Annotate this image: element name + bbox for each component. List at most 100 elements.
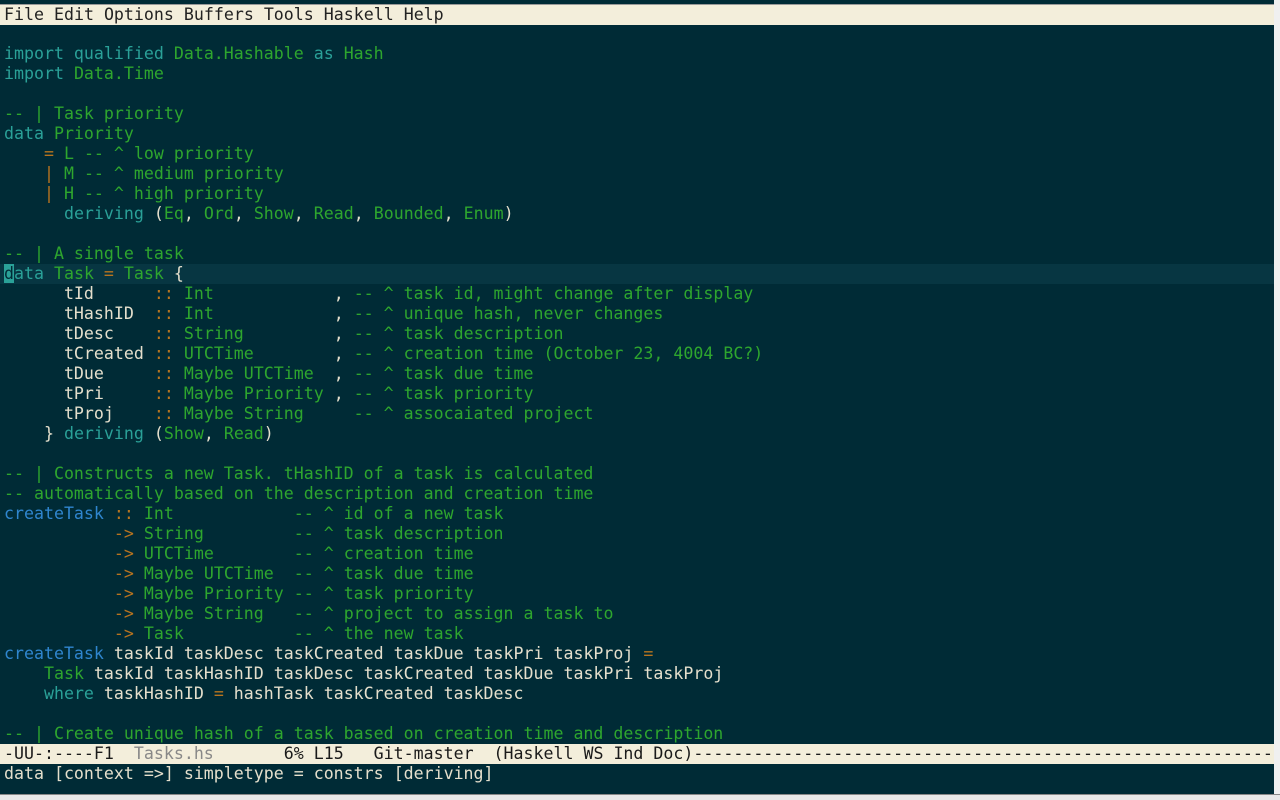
code-line[interactable]: tPri :: Maybe Priority , -- ^ task prior…	[0, 384, 1274, 404]
code-token: -- | Constructs a new Task. tHashID of a…	[4, 464, 594, 483]
code-line[interactable]: where taskHashID = hashTask taskCreated …	[0, 684, 1274, 704]
code-line[interactable]: tProj :: Maybe String -- ^ assocaiated p…	[0, 404, 1274, 424]
code-token: tDue	[4, 364, 154, 383]
code-token: deriving	[63, 204, 144, 223]
code-line[interactable]	[0, 704, 1274, 724]
code-token: ->	[113, 524, 144, 543]
code-token: ,	[333, 344, 354, 363]
code-line[interactable]: -- | Task priority	[0, 104, 1274, 124]
code-line[interactable]	[0, 84, 1274, 104]
buffer-position: 6% L15	[213, 744, 374, 763]
menu-edit[interactable]: Edit	[54, 5, 94, 24]
code-line[interactable]: -> Maybe UTCTime -- ^ task due time	[0, 564, 1274, 584]
mode-line: -UU-:----F1 Tasks.hs 6% L15 Git-master (…	[0, 744, 1274, 764]
code-token: createTask	[4, 644, 104, 663]
code-token: as	[303, 44, 344, 63]
code-line[interactable]: | M -- ^ medium priority	[0, 164, 1274, 184]
code-line[interactable]: = L -- ^ low priority	[0, 144, 1274, 164]
code-token: ::	[153, 344, 184, 363]
code-token: import qualified	[4, 44, 174, 63]
current-code-line[interactable]: data Task = Task {	[0, 264, 1274, 284]
code-line[interactable]: import Data.Time	[0, 64, 1274, 84]
code-token: Maybe Priority -- ^ task priority	[143, 584, 474, 603]
code-line[interactable]: -> UTCTime -- ^ creation time	[0, 544, 1274, 564]
code-token: -- ^ task priority	[353, 384, 534, 403]
code-token: tHashID	[4, 304, 154, 323]
menu-tools[interactable]: Tools	[264, 5, 314, 24]
code-token: }	[4, 424, 64, 443]
code-token: taskId taskHashID taskDesc taskCreated t…	[83, 664, 724, 683]
code-token: UTCTime	[183, 344, 334, 363]
major-mode[interactable]: (Haskell WS Ind Doc)	[474, 744, 694, 763]
menu-haskell[interactable]: Haskell	[324, 5, 394, 24]
code-token: ,	[333, 304, 354, 323]
code-token: ->	[113, 624, 144, 643]
code-line[interactable]: | H -- ^ high priority	[0, 184, 1274, 204]
code-token: Read	[223, 424, 264, 443]
code-line[interactable]: -- automatically based on the descriptio…	[0, 484, 1274, 504]
code-token: {	[163, 264, 184, 283]
code-token: ata	[14, 264, 54, 283]
menu-buffers[interactable]: Buffers	[184, 5, 254, 24]
code-line[interactable]: Task taskId taskHashID taskDesc taskCrea…	[0, 664, 1274, 684]
code-line[interactable]	[0, 224, 1274, 244]
vc-branch[interactable]: Git-master	[374, 744, 474, 763]
code-line[interactable]: tDue :: Maybe UTCTime , -- ^ task due ti…	[0, 364, 1274, 384]
code-token: where	[43, 684, 94, 703]
code-token: ,	[183, 204, 204, 223]
code-token: Int -- ^ id of a new task	[143, 504, 504, 523]
code-line[interactable]: tCreated :: UTCTime , -- ^ creation time…	[0, 344, 1274, 364]
code-line[interactable]: -- | Constructs a new Task. tHashID of a…	[0, 464, 1274, 484]
code-line[interactable]: -- | A single task	[0, 244, 1274, 264]
code-token: Task	[123, 264, 164, 283]
code-token: |	[43, 164, 54, 183]
code-token: ,	[203, 424, 224, 443]
code-token: Task	[53, 264, 94, 283]
code-token: =	[43, 144, 54, 163]
code-token: ,	[293, 204, 314, 223]
code-token: ::	[103, 504, 144, 523]
code-line[interactable]: createTask taskId taskDesc taskCreated t…	[0, 644, 1274, 664]
code-line[interactable]: -> Maybe String -- ^ project to assign a…	[0, 604, 1274, 624]
code-line[interactable]	[0, 444, 1274, 464]
menu-bar: File Edit Options Buffers Tools Haskell Help	[0, 4, 1278, 25]
code-token: Maybe UTCTime -- ^ task due time	[143, 564, 474, 583]
buffer-name[interactable]: Tasks.hs	[134, 744, 214, 763]
code-line[interactable]: -> Maybe Priority -- ^ task priority	[0, 584, 1274, 604]
code-token: ::	[153, 404, 184, 423]
code-token: tId	[4, 284, 154, 303]
code-line[interactable]: data Priority	[0, 124, 1274, 144]
code-token: tCreated	[4, 344, 154, 363]
code-line[interactable]: deriving (Eq, Ord, Show, Read, Bounded, …	[0, 204, 1274, 224]
code-token: Maybe UTCTime	[183, 364, 334, 383]
code-line[interactable]: tDesc :: String , -- ^ task description	[0, 324, 1274, 344]
code-token: Int	[183, 284, 334, 303]
code-token: Data.Time	[73, 64, 164, 83]
code-token: -- | A single task	[4, 244, 184, 263]
menu-help[interactable]: Help	[404, 5, 444, 24]
menu-file[interactable]: File	[4, 5, 44, 24]
modeline-fill: ----------------------------------------…	[693, 744, 1274, 763]
code-token: Priority	[53, 124, 134, 143]
code-line[interactable]: import qualified Data.Hashable as Hash	[0, 44, 1274, 64]
menu-options[interactable]: Options	[104, 5, 174, 24]
code-line[interactable]: -> Task -- ^ the new task	[0, 624, 1274, 644]
code-line[interactable]: tHashID :: Int , -- ^ unique hash, never…	[0, 304, 1274, 324]
echo-area: data [context =>] simpletype = constrs […	[4, 764, 494, 783]
code-token: |	[43, 184, 54, 203]
code-line[interactable]	[0, 24, 1274, 44]
code-line[interactable]: createTask :: Int -- ^ id of a new task	[0, 504, 1274, 524]
code-line[interactable]: -> String -- ^ task description	[0, 524, 1274, 544]
code-token: =	[93, 264, 124, 283]
code-token: Int	[183, 304, 334, 323]
code-line[interactable]: } deriving (Show, Read)	[0, 424, 1274, 444]
code-token: -- ^ unique hash, never changes	[353, 304, 664, 323]
editor-buffer[interactable]: import qualified Data.Hashable as Hash im…	[0, 24, 1274, 744]
code-line[interactable]: -- | Create unique hash of a task based …	[0, 724, 1274, 744]
code-line[interactable]: tId :: Int , -- ^ task id, might change …	[0, 284, 1274, 304]
code-token: Read	[313, 204, 354, 223]
